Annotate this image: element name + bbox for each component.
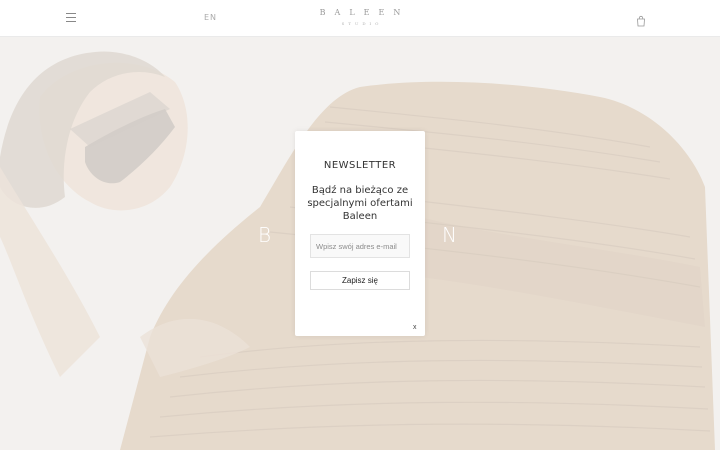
- language-switch[interactable]: EN: [204, 13, 217, 22]
- newsletter-description: Bądź na bieżąco ze specjalnymi ofertami …: [307, 185, 413, 222]
- logo-subtitle: STUDIO: [341, 21, 383, 26]
- shopping-bag-icon[interactable]: [636, 12, 646, 27]
- site-logo[interactable]: BALEEN STUDIO: [300, 8, 420, 26]
- newsletter-modal: NEWSLETTER Bądź na bieżąco ze specjalnym…: [295, 131, 425, 336]
- logo-wordmark: BALEEN: [319, 8, 410, 17]
- site-header: EN BALEEN STUDIO: [0, 0, 720, 37]
- subscribe-button[interactable]: Zapisz się: [310, 271, 410, 290]
- email-field[interactable]: [310, 234, 410, 258]
- close-modal-button[interactable]: x: [413, 324, 417, 331]
- hamburger-menu-icon[interactable]: [66, 13, 76, 22]
- newsletter-title: NEWSLETTER: [323, 160, 397, 171]
